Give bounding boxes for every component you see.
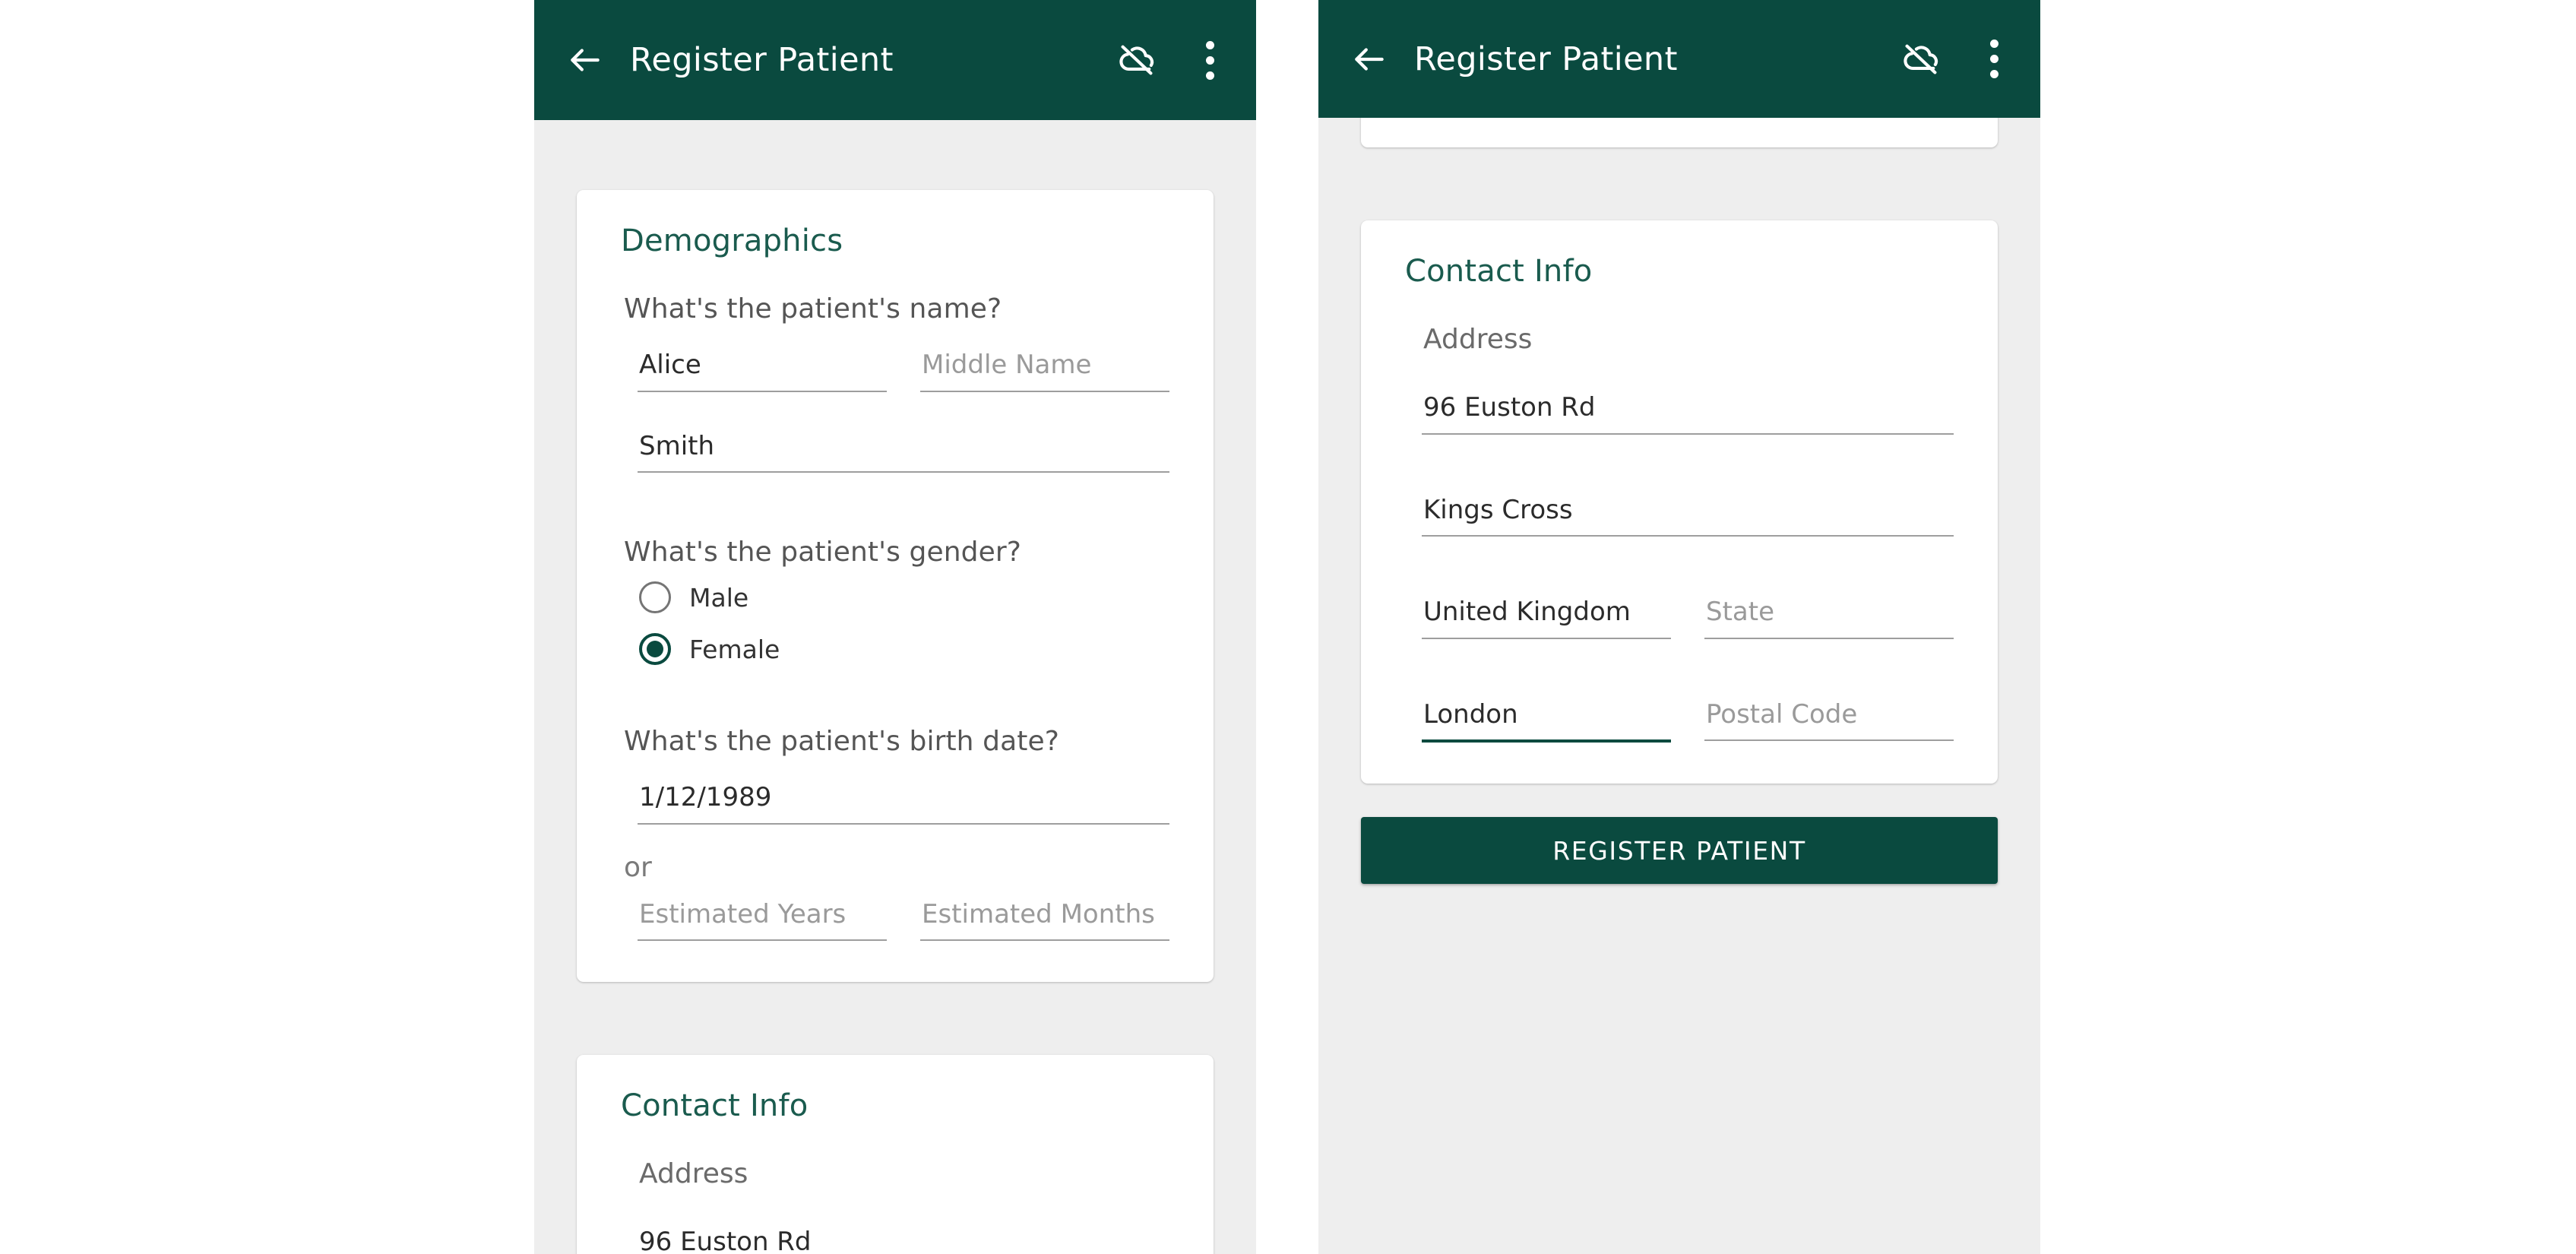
overflow-dots xyxy=(1989,40,1998,78)
address1-field-row: 96 Euston Rd xyxy=(607,1215,1183,1254)
contact-info-title: Contact Info xyxy=(1405,254,1593,289)
estimated-years-placeholder[interactable]: Estimated Years xyxy=(638,888,887,941)
family-name-field-row: Smith xyxy=(607,420,1183,473)
name-question: What's the patient's name? xyxy=(624,293,1002,325)
more-vertical-icon[interactable] xyxy=(1186,36,1233,84)
page-title: Register Patient xyxy=(1414,40,1678,78)
scroll-area-right[interactable]: Demographics What's the patient's name? … xyxy=(1318,0,2040,1254)
gender-option-male[interactable]: Male xyxy=(639,581,1183,613)
address2-field[interactable]: Kings Cross xyxy=(1422,483,1954,537)
app-bar-actions-left xyxy=(1113,36,1233,84)
city-field[interactable]: London xyxy=(1422,688,1671,743)
cloud-off-icon[interactable] xyxy=(1113,36,1160,84)
demographics-card: Demographics What's the patient's name? … xyxy=(577,190,1214,982)
submit-area: REGISTER PATIENT xyxy=(1318,784,2040,910)
address2-field-row: Kings Cross xyxy=(1391,483,1967,537)
top-spacer xyxy=(534,120,1256,190)
back-arrow-icon[interactable] xyxy=(1346,36,1393,83)
estimated-months-placeholder[interactable]: Estimated Months xyxy=(920,888,1169,941)
app-bar-left: Register Patient xyxy=(534,0,1256,120)
address2-value[interactable]: Kings Cross xyxy=(1422,483,1954,537)
gender-option-female[interactable]: Female xyxy=(639,633,1183,665)
estimated-age-row: Estimated Years Estimated Months xyxy=(607,888,1183,941)
phone-panel-right: Register Patient Contact Info Address 96… xyxy=(1318,0,2040,1254)
country-state-row: United Kingdom State xyxy=(1391,585,1967,639)
city-postal-row: London Postal Code xyxy=(1391,688,1967,743)
gender-radio-group: Male Female xyxy=(639,581,1183,665)
birthdate-value[interactable]: 1/12/1989 xyxy=(638,771,1169,825)
register-patient-button[interactable]: REGISTER PATIENT xyxy=(1361,817,1998,884)
city-value[interactable]: London xyxy=(1422,688,1671,743)
state-placeholder[interactable]: State xyxy=(1704,585,1954,639)
birthdate-question: What's the patient's birth date? xyxy=(624,726,1059,757)
middle-name-field[interactable]: Middle Name xyxy=(920,338,1169,392)
family-name-value[interactable]: Smith xyxy=(638,420,1169,473)
overflow-dots xyxy=(1205,40,1214,80)
birthdate-or-label: or xyxy=(624,851,652,883)
app-bar-right: Register Patient xyxy=(1318,0,2040,118)
family-name-field[interactable]: Smith xyxy=(638,420,1169,473)
contact-info-card: Contact Info Address 96 Euston Rd Kings … xyxy=(577,1055,1214,1254)
phone-panel-left: Register Patient Demographics What's the… xyxy=(534,0,1256,1254)
more-vertical-icon[interactable] xyxy=(1970,36,2017,83)
country-field[interactable]: United Kingdom xyxy=(1422,585,1671,639)
country-value[interactable]: United Kingdom xyxy=(1422,585,1671,639)
radio-unchecked-icon[interactable] xyxy=(639,581,671,613)
screenshot-stage: Register Patient Demographics What's the… xyxy=(0,0,2576,1254)
given-name-field[interactable]: Alice xyxy=(638,338,887,392)
estimated-months-field[interactable]: Estimated Months xyxy=(920,888,1169,941)
gender-option-female-label: Female xyxy=(689,634,780,664)
contact-info-title: Contact Info xyxy=(621,1088,809,1123)
name-field-row: Alice Middle Name xyxy=(607,338,1183,392)
postal-code-placeholder[interactable]: Postal Code xyxy=(1704,688,1954,741)
radio-checked-icon[interactable] xyxy=(639,633,671,665)
estimated-years-field[interactable]: Estimated Years xyxy=(638,888,887,941)
address1-field[interactable]: 96 Euston Rd xyxy=(638,1215,1169,1254)
state-field[interactable]: State xyxy=(1704,585,1954,639)
address-label: Address xyxy=(639,1158,748,1189)
address1-value[interactable]: 96 Euston Rd xyxy=(1422,381,1954,435)
back-arrow-icon[interactable] xyxy=(562,36,609,84)
middle-name-placeholder[interactable]: Middle Name xyxy=(920,338,1169,392)
app-bar-actions-right xyxy=(1897,36,2017,83)
demographics-title: Demographics xyxy=(621,223,843,258)
address1-value[interactable]: 96 Euston Rd xyxy=(638,1215,1169,1254)
address1-field-row: 96 Euston Rd xyxy=(1391,381,1967,435)
scroll-area-left[interactable]: Demographics What's the patient's name? … xyxy=(534,120,1256,1254)
birthdate-field[interactable]: 1/12/1989 xyxy=(638,771,1169,825)
birthdate-field-row: 1/12/1989 xyxy=(607,771,1183,825)
postal-code-field[interactable]: Postal Code xyxy=(1704,688,1954,743)
scroll-content-left: Demographics What's the patient's name? … xyxy=(534,120,1256,1254)
address1-field[interactable]: 96 Euston Rd xyxy=(1422,381,1954,435)
page-title: Register Patient xyxy=(630,41,894,79)
scroll-content-right: Demographics What's the patient's name? … xyxy=(1318,0,2040,910)
gender-question: What's the patient's gender? xyxy=(624,537,1021,568)
address-label: Address xyxy=(1423,324,1533,355)
cloud-off-icon[interactable] xyxy=(1897,36,1945,83)
contact-info-card: Contact Info Address 96 Euston Rd Kings … xyxy=(1361,220,1998,784)
gender-option-male-label: Male xyxy=(689,582,749,613)
given-name-value[interactable]: Alice xyxy=(638,338,887,392)
